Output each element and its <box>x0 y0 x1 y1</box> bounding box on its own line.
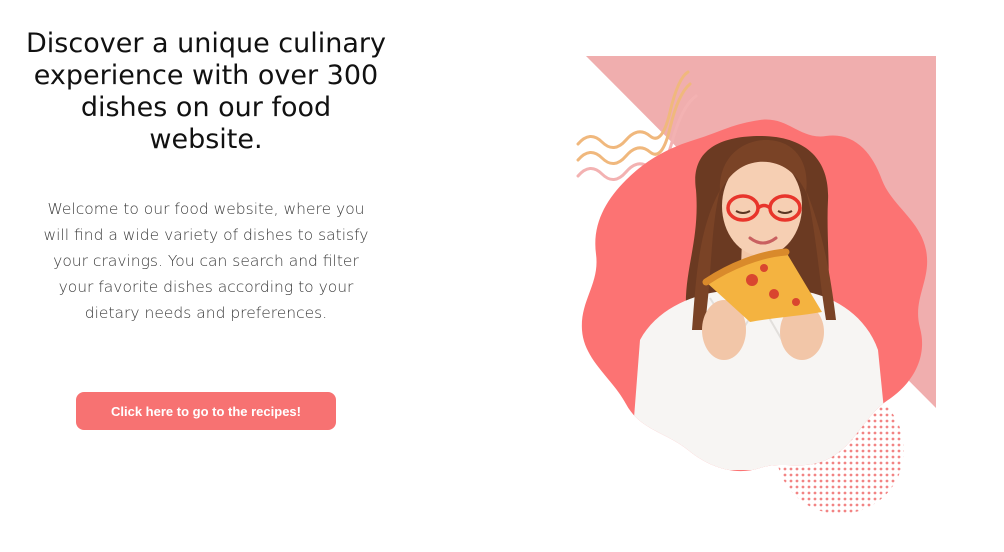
hero-illustration <box>560 40 960 530</box>
hero-intro-paragraph: Welcome to our food website, where you w… <box>43 200 369 322</box>
go-to-recipes-button[interactable]: Click here to go to the recipes! <box>76 392 336 430</box>
hero-headline: Discover a unique culinary experience wi… <box>26 28 386 155</box>
hero-text-section: Discover a unique culinary experience wi… <box>0 0 412 552</box>
hero-illustration-svg <box>576 56 936 514</box>
landing-page: Discover a unique culinary experience wi… <box>0 0 1004 552</box>
